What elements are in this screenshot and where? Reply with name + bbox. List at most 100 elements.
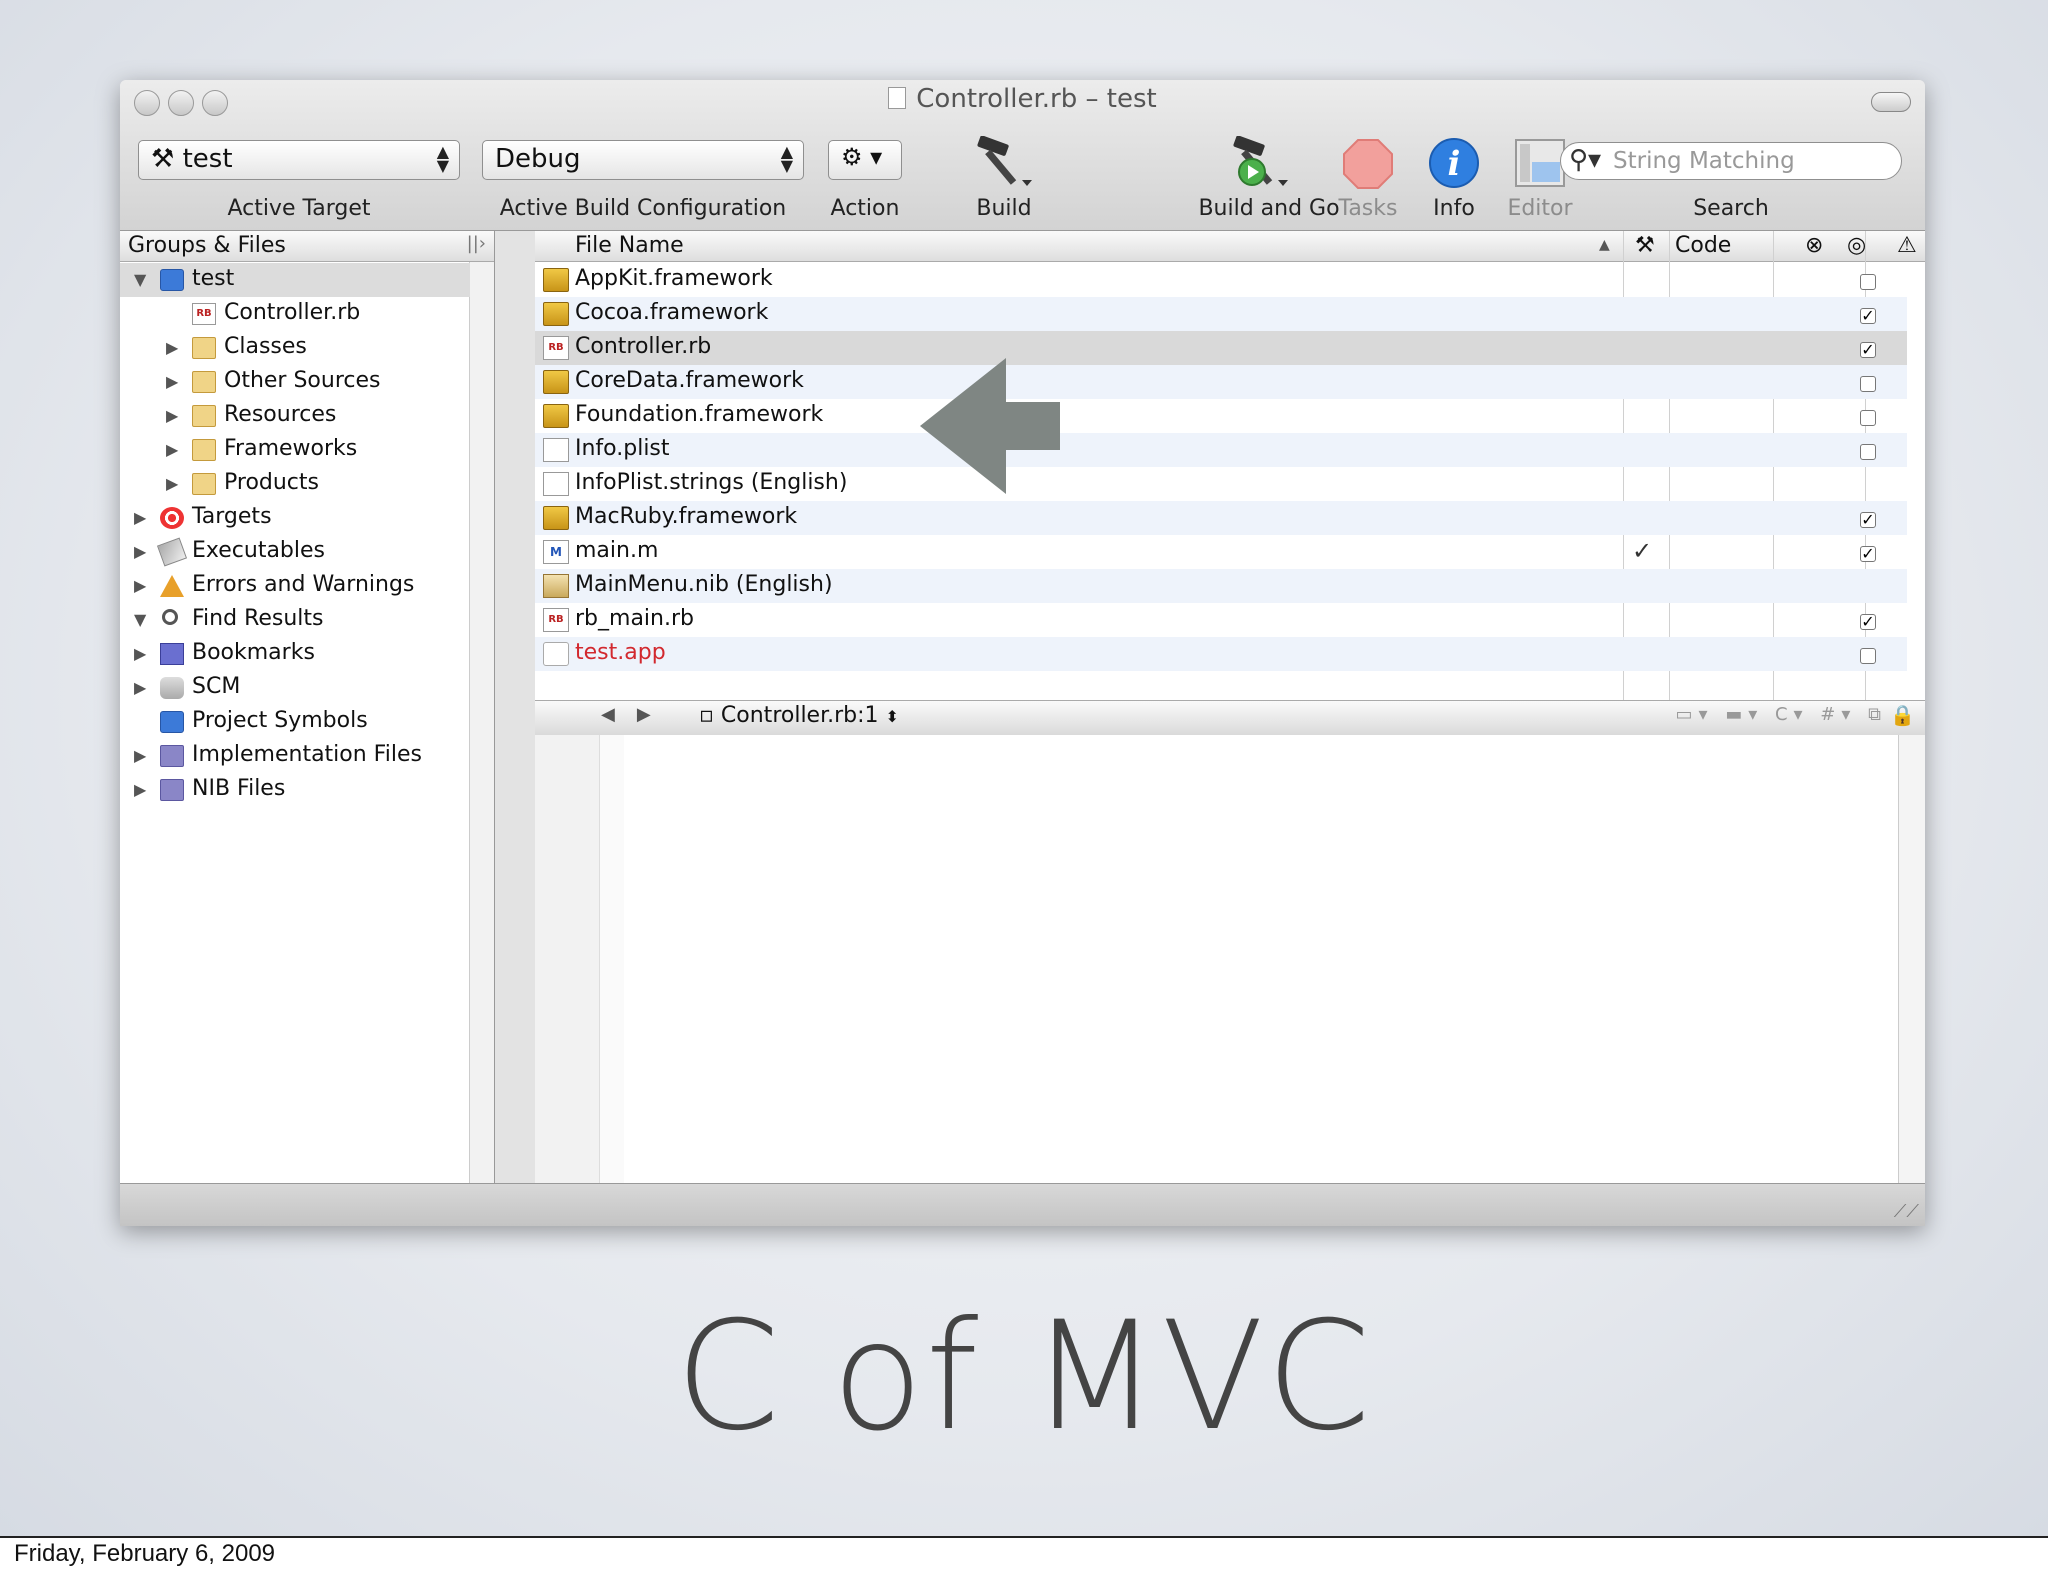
disclosure-open-icon[interactable]: ▼ xyxy=(134,610,146,629)
search-icon: ⚲▾ xyxy=(1569,145,1602,175)
target-checkbox-checked[interactable]: ✓ xyxy=(1860,512,1876,528)
framework-icon xyxy=(543,404,569,428)
editor-tool-icons[interactable]: ▭▾ ▬▾ C▾ #▾ ⧉ xyxy=(1675,704,1887,725)
target-checkbox-checked[interactable]: ✓ xyxy=(1860,614,1876,630)
sidebar-item-other-sources[interactable]: ▶ Other Sources xyxy=(120,365,470,399)
sidebar-item-controller-rb[interactable]: RB Controller.rb xyxy=(120,297,470,331)
build-config-label: Active Build Configuration xyxy=(499,196,787,221)
sidebar-item-nib-files[interactable]: ▶ NIB Files xyxy=(120,773,470,807)
file-row-info-plist[interactable]: Info.plist xyxy=(535,433,1907,467)
file-history-popup[interactable]: ▫ Controller.rb:1 ⬍ xyxy=(699,703,899,728)
sidebar-item-bookmarks[interactable]: ▶ Bookmarks xyxy=(120,637,470,671)
column-header-warnings-icon[interactable]: ⚠ xyxy=(1897,233,1917,258)
file-name: MainMenu.nib (English) xyxy=(575,572,833,597)
toolbar-toggle-button[interactable] xyxy=(1871,92,1911,112)
column-header-target-icon[interactable]: ◎ xyxy=(1847,233,1866,258)
file-row-rb-main[interactable]: RB rb_main.rb xyxy=(535,603,1907,637)
target-checkbox-checked[interactable]: ✓ xyxy=(1860,308,1876,324)
m-file-icon: M xyxy=(543,540,569,564)
disclosure-closed-icon[interactable]: ▶ xyxy=(134,508,146,527)
action-button[interactable]: ⚙ ▾ xyxy=(828,140,902,180)
column-header-build-icon[interactable]: ⚒ xyxy=(1635,233,1655,258)
sidebar-item-scm[interactable]: ▶ SCM xyxy=(120,671,470,705)
disclosure-closed-icon[interactable]: ▶ xyxy=(166,338,178,357)
target-checkbox-checked[interactable]: ✓ xyxy=(1860,342,1876,358)
sidebar-item-label: Other Sources xyxy=(224,368,381,393)
sidebar-item-classes[interactable]: ▶ Classes xyxy=(120,331,470,365)
framework-icon xyxy=(543,370,569,394)
sidebar-item-label: NIB Files xyxy=(192,776,286,801)
file-row-controller-rb[interactable]: RB Controller.rb xyxy=(535,331,1907,365)
disclosure-closed-icon[interactable]: ▶ xyxy=(166,372,178,391)
target-hammer-icon: ⚒ xyxy=(151,144,175,174)
sidebar-item-executables[interactable]: ▶ Executables xyxy=(120,535,470,569)
ruby-file-icon: RB xyxy=(192,303,216,325)
sidebar-item-label: Implementation Files xyxy=(192,742,422,767)
file-row-appkit[interactable]: AppKit.framework xyxy=(535,263,1907,297)
history-arrows-icon[interactable]: ◀▶ xyxy=(601,704,673,725)
build-label: Build xyxy=(976,196,1032,221)
disclosure-closed-icon[interactable]: ▶ xyxy=(134,542,146,561)
code-editor[interactable] xyxy=(535,735,1925,1183)
disclosure-open-icon[interactable]: ▼ xyxy=(134,270,146,289)
stop-tasks-icon[interactable] xyxy=(1338,136,1398,190)
target-checkbox[interactable] xyxy=(1860,410,1876,426)
active-target-popup[interactable]: ⚒ test ▲ ▼ xyxy=(138,140,460,180)
file-row-test-app[interactable]: test.app xyxy=(535,637,1907,671)
sidebar-item-targets[interactable]: ▶ Targets xyxy=(120,501,470,535)
lock-icon[interactable]: 🔒 xyxy=(1890,703,1915,727)
target-checkbox-checked[interactable]: ✓ xyxy=(1860,546,1876,562)
disclosure-closed-icon[interactable]: ▶ xyxy=(134,780,146,799)
folder-icon xyxy=(192,371,216,393)
disclosure-closed-icon[interactable]: ▶ xyxy=(166,406,178,425)
disclosure-closed-icon[interactable]: ▶ xyxy=(134,678,146,697)
scm-icon xyxy=(160,677,184,699)
file-row-cocoa[interactable]: Cocoa.framework xyxy=(535,297,1907,331)
target-checkbox[interactable] xyxy=(1860,376,1876,392)
disclosure-closed-icon[interactable]: ▶ xyxy=(134,576,146,595)
file-list-header: File Name ▲ ⚒ Code ⊗ ⚠ ◎ xyxy=(535,231,1925,262)
file-row-mainmenu-nib[interactable]: MainMenu.nib (English) xyxy=(535,569,1907,603)
app-icon xyxy=(543,642,569,666)
sidebar-item-find-results[interactable]: ▼ Find Results xyxy=(120,603,470,637)
file-row-foundation[interactable]: Foundation.framework xyxy=(535,399,1907,433)
search-field[interactable]: ⚲▾ xyxy=(1560,142,1902,180)
search-input[interactable] xyxy=(1611,147,1885,175)
column-header-errors-icon[interactable]: ⊗ xyxy=(1805,233,1823,258)
target-checkbox[interactable] xyxy=(1860,648,1876,664)
sidebar-item-project-symbols[interactable]: Project Symbols xyxy=(120,705,470,739)
split-view-icon[interactable]: ||› xyxy=(467,233,486,254)
plist-icon xyxy=(543,438,569,462)
sidebar-item-test[interactable]: ▼ test xyxy=(120,263,470,297)
info-icon[interactable]: i xyxy=(1424,136,1484,190)
resize-grip-icon[interactable]: ⟋⟋ xyxy=(1894,1201,1919,1222)
build-config-popup[interactable]: Debug ▲ ▼ xyxy=(482,140,804,180)
editor-scrollbar[interactable] xyxy=(1898,735,1925,1183)
disclosure-closed-icon[interactable]: ▶ xyxy=(166,440,178,459)
sidebar-scrollbar[interactable] xyxy=(469,262,494,1183)
build-checkmark-icon[interactable]: ✓ xyxy=(1632,537,1652,565)
file-row-main-m[interactable]: M main.m ✓ xyxy=(535,535,1907,569)
disclosure-closed-icon[interactable]: ▶ xyxy=(134,644,146,663)
file-row-coredata[interactable]: CoreData.framework xyxy=(535,365,1907,399)
symbols-icon xyxy=(160,711,184,733)
sidebar-item-resources[interactable]: ▶ Resources xyxy=(120,399,470,433)
column-header-code[interactable]: Code xyxy=(1675,233,1731,258)
disclosure-closed-icon[interactable]: ▶ xyxy=(134,746,146,765)
hammer-icon[interactable] xyxy=(974,136,1034,190)
sidebar-item-products[interactable]: ▶ Products xyxy=(120,467,470,501)
build-and-go-icon[interactable] xyxy=(1230,136,1290,190)
file-row-infoplist-strings[interactable]: InfoPlist.strings (English) xyxy=(535,467,1907,501)
sidebar-item-label: Classes xyxy=(224,334,307,359)
target-checkbox[interactable] xyxy=(1860,444,1876,460)
file-row-macruby[interactable]: MacRuby.framework xyxy=(535,501,1907,535)
sidebar-item-implementation-files[interactable]: ▶ Implementation Files xyxy=(120,739,470,773)
sidebar-item-label: test xyxy=(192,266,235,291)
target-checkbox[interactable] xyxy=(1860,274,1876,290)
column-header-file-name[interactable]: File Name xyxy=(575,233,684,258)
sidebar-header: Groups & Files ||› xyxy=(120,231,494,262)
document-icon xyxy=(888,87,907,109)
disclosure-closed-icon[interactable]: ▶ xyxy=(166,474,178,493)
sidebar-item-frameworks[interactable]: ▶ Frameworks xyxy=(120,433,470,467)
sidebar-item-errors-and-warnings[interactable]: ▶ Errors and Warnings xyxy=(120,569,470,603)
